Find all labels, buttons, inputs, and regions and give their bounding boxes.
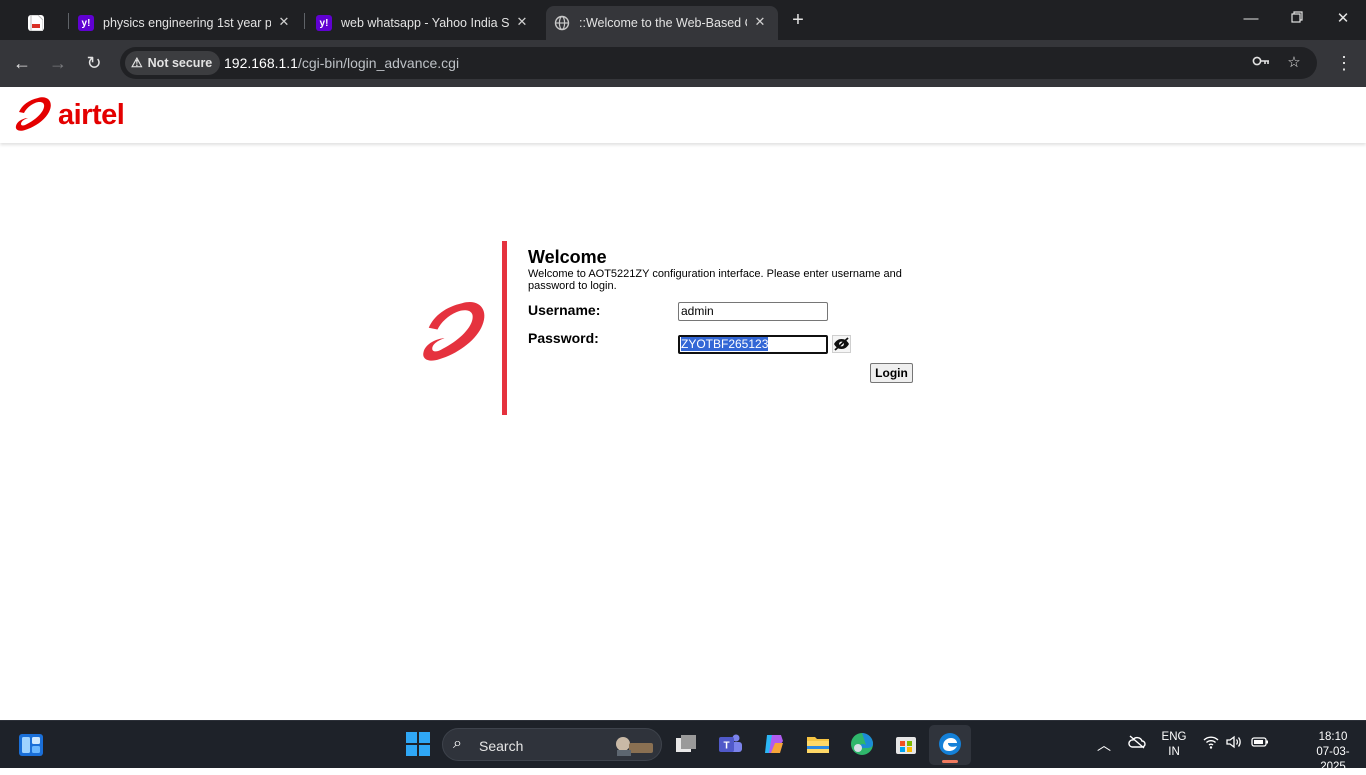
forward-icon[interactable]: →: [46, 51, 70, 75]
password-value: ZYOTBF265123: [681, 337, 769, 351]
tab-title: physics engineering 1st year ph: [103, 16, 271, 30]
more-menu-icon[interactable]: ⋮: [1332, 51, 1356, 75]
welcome-text: Welcome to AOT5221ZY configuration inter…: [528, 268, 902, 292]
cloud-off-icon[interactable]: [1128, 735, 1146, 752]
language-code: ENG: [1161, 731, 1187, 743]
close-tab-icon[interactable]: ✕: [752, 14, 768, 30]
teams-icon[interactable]: T: [717, 731, 743, 757]
tab-pdf[interactable]: [28, 6, 68, 40]
url-host: 192.168.1.1: [224, 55, 298, 71]
edge-dev-icon[interactable]: [937, 731, 963, 757]
tab-separator: [304, 13, 305, 29]
reload-icon[interactable]: ↻: [82, 51, 106, 75]
store-icon[interactable]: [893, 731, 919, 757]
username-label: Username:: [528, 302, 601, 318]
bookmark-star-icon[interactable]: ☆: [1283, 52, 1305, 74]
password-key-icon[interactable]: [1250, 52, 1272, 74]
url-text[interactable]: 192.168.1.1/cgi-bin/login_advance.cgi: [224, 55, 459, 71]
clock-date: 07-03-2025: [1316, 746, 1350, 773]
tab-router-login[interactable]: ::Welcome to the Web-Based C ✕: [546, 6, 778, 40]
tab-separator: [68, 13, 69, 29]
widgets-icon[interactable]: [18, 733, 44, 757]
show-password-icon[interactable]: [832, 335, 851, 353]
airtel-swirl-icon: [15, 97, 51, 131]
username-value: admin: [681, 304, 714, 318]
battery-icon[interactable]: [1251, 735, 1269, 752]
username-input[interactable]: admin: [678, 302, 828, 321]
login-airtel-swirl-icon: [420, 298, 490, 373]
welcome-title: Welcome: [528, 247, 607, 267]
warning-icon: ⚠: [131, 55, 143, 70]
security-chip-label: Not secure: [147, 56, 213, 70]
svg-text:T: T: [723, 741, 729, 752]
tab-physics-search[interactable]: y! physics engineering 1st year ph ✕: [70, 6, 302, 40]
start-icon[interactable]: [405, 731, 431, 757]
close-tab-icon[interactable]: ✕: [514, 14, 530, 30]
address-bar[interactable]: ⚠ Not secure 192.168.1.1/cgi-bin/login_a…: [120, 47, 1317, 79]
divider-bar: [502, 241, 507, 415]
copilot-icon[interactable]: [761, 731, 787, 757]
url-path: /cgi-bin/login_advance.cgi: [297, 55, 460, 71]
back-icon[interactable]: ←: [10, 51, 34, 75]
wifi-icon[interactable]: [1203, 735, 1219, 752]
file-explorer-icon[interactable]: [805, 731, 831, 757]
clock-time: 18:10: [1318, 731, 1348, 743]
login-button[interactable]: Login: [870, 363, 913, 383]
search-icon: ⌕: [453, 735, 462, 752]
security-chip[interactable]: ⚠ Not secure: [125, 51, 221, 75]
page-header: airtel: [0, 87, 1366, 143]
taskbar-search[interactable]: ⌕ Search: [442, 728, 662, 761]
close-tab-icon[interactable]: ✕: [276, 14, 292, 30]
new-tab-button[interactable]: +: [787, 9, 809, 31]
tab-whatsapp-search[interactable]: y! web whatsapp - Yahoo India Se ✕: [308, 6, 540, 40]
browser-toolbar: ← → ↻ ⚠ Not secure 192.168.1.1/cgi-bin/l…: [0, 40, 1366, 87]
volume-icon[interactable]: [1226, 735, 1242, 752]
search-highlight-icon: [616, 737, 653, 756]
region-code: IN: [1168, 746, 1180, 758]
close-window-icon[interactable]: ✕: [1332, 8, 1354, 30]
clock[interactable]: 18:10 07-03-2025: [1306, 730, 1360, 775]
chevron-up-icon[interactable]: ︿: [1097, 735, 1111, 755]
language-indicator[interactable]: ENG IN: [1160, 730, 1188, 760]
airtel-wordmark: airtel: [58, 98, 125, 131]
active-app-indicator: [942, 760, 958, 763]
globe-icon: [554, 15, 570, 31]
task-view-icon[interactable]: [673, 731, 699, 757]
yahoo-icon: y!: [78, 15, 94, 31]
airtel-logo[interactable]: airtel: [14, 96, 125, 134]
taskbar: ⌕ Search T ︿ ENG IN 18:10 07-03-2025: [0, 720, 1366, 773]
tab-title: web whatsapp - Yahoo India Se: [341, 16, 509, 30]
search-label: Search: [479, 738, 524, 754]
password-label: Password:: [528, 330, 599, 346]
edge-browser-icon[interactable]: [849, 731, 875, 757]
password-input[interactable]: ZYOTBF265123: [678, 335, 828, 354]
tab-strip: y! physics engineering 1st year ph ✕ y! …: [0, 0, 1366, 40]
pdf-icon: [28, 15, 44, 31]
minimize-icon[interactable]: —: [1240, 8, 1262, 30]
tab-title: ::Welcome to the Web-Based C: [579, 16, 747, 30]
yahoo-icon: y!: [316, 15, 332, 31]
restore-icon[interactable]: [1286, 8, 1308, 30]
